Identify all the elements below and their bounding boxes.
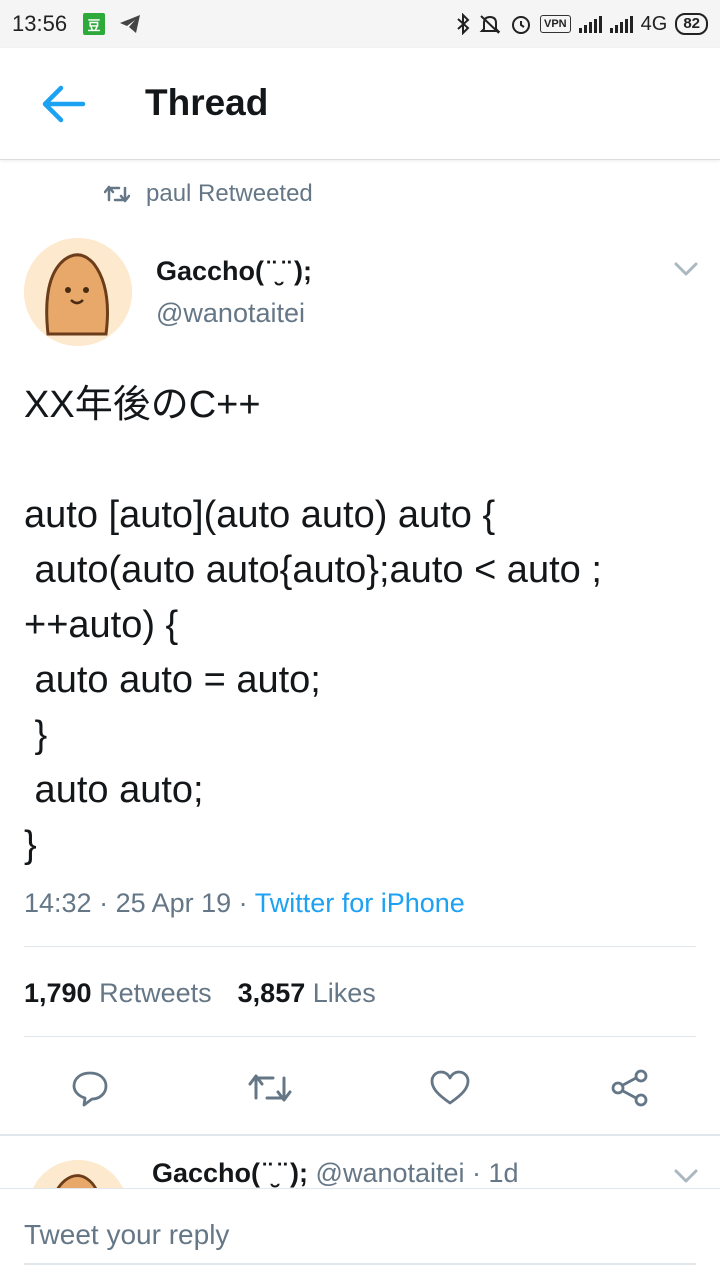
author-handle[interactable]: @wanotaitei — [156, 298, 305, 329]
meta-separator: · — [231, 888, 255, 918]
like-button[interactable] — [422, 1060, 478, 1116]
divider — [24, 1036, 696, 1037]
vpn-icon: VPN — [540, 15, 571, 33]
tweet-stats: 1,790 Retweets 3,857 Likes — [24, 978, 376, 1009]
tweet-timestamp: 14:32 · 25 Apr 19 · Twitter for iPhone — [24, 888, 465, 919]
chevron-down-icon — [674, 262, 698, 276]
back-button[interactable] — [36, 80, 90, 128]
network-type: 4G — [640, 12, 668, 35]
likes-label: Likes — [312, 978, 376, 1008]
share-icon — [611, 1069, 648, 1107]
signal-icon — [578, 15, 602, 33]
chevron-down-icon — [674, 1169, 698, 1183]
reply-author-name: Gaccho( ̈ ̮ ̈ ); — [152, 1158, 309, 1188]
reply-menu-button[interactable] — [668, 1162, 704, 1190]
reply-separator: · — [464, 1158, 489, 1188]
retweets-count: 1,790 — [24, 978, 92, 1008]
mute-icon — [479, 15, 501, 34]
app-badge-icon: 豆 — [83, 13, 106, 35]
status-left-icons: 豆 — [83, 13, 141, 35]
tweet-time: 14:32 — [24, 888, 92, 918]
author-name[interactable]: Gaccho( ̈ ̮ ̈ ); — [156, 256, 312, 287]
likes-count: 3,857 — [237, 978, 306, 1008]
tweet-menu-button[interactable] — [668, 255, 704, 283]
tweet-date: 25 Apr 19 — [115, 888, 232, 918]
section-separator — [0, 1134, 720, 1136]
retweet-banner[interactable]: paul Retweeted — [104, 180, 313, 208]
bluetooth-icon — [457, 13, 470, 35]
retweet-icon — [104, 185, 130, 203]
reply-composer — [0, 1188, 720, 1280]
signal-icon-2 — [609, 15, 633, 33]
retweet-button[interactable] — [242, 1060, 298, 1116]
avatar[interactable] — [24, 238, 132, 346]
retweet-icon — [248, 1074, 292, 1102]
app-header: Thread — [0, 48, 720, 160]
tweet-actions — [0, 1060, 720, 1116]
status-bar: 13:56 豆 VPN 4G 82 — [0, 0, 720, 48]
reply-icon — [72, 1071, 108, 1107]
tweet-source-link[interactable]: Twitter for iPhone — [255, 888, 465, 918]
share-button[interactable] — [602, 1060, 658, 1116]
page-title: Thread — [145, 82, 269, 123]
reply-header[interactable]: Gaccho( ̈ ̮ ̈ ); @wanotaitei · 1d — [152, 1158, 519, 1189]
likes-stat[interactable]: 3,857 Likes — [238, 978, 376, 1009]
divider — [24, 946, 696, 947]
alarm-icon — [512, 16, 530, 34]
reply-button[interactable] — [62, 1060, 118, 1116]
retweets-label: Retweets — [99, 978, 212, 1008]
arrow-left-icon — [42, 85, 86, 123]
status-time: 13:56 — [12, 11, 68, 36]
reply-author-handle: @wanotaitei — [315, 1158, 465, 1188]
retweets-stat[interactable]: 1,790 Retweets — [24, 978, 212, 1009]
battery-icon: 82 — [675, 13, 708, 35]
reply-input[interactable] — [24, 1207, 696, 1265]
tweet-text: XX年後のC++ auto [auto](auto auto) auto { a… — [24, 384, 602, 866]
heart-icon — [430, 1070, 470, 1105]
avatar-potato-icon — [24, 238, 132, 346]
status-right-icons: VPN 4G 82 — [456, 13, 708, 36]
reply-age: 1d — [488, 1158, 519, 1188]
meta-separator: · — [91, 888, 116, 918]
screen: 13:56 豆 VPN 4G 82 Thread paul Retweeted … — [0, 0, 720, 1280]
telegram-icon — [120, 15, 141, 33]
retweet-banner-text: paul Retweeted — [146, 180, 313, 207]
